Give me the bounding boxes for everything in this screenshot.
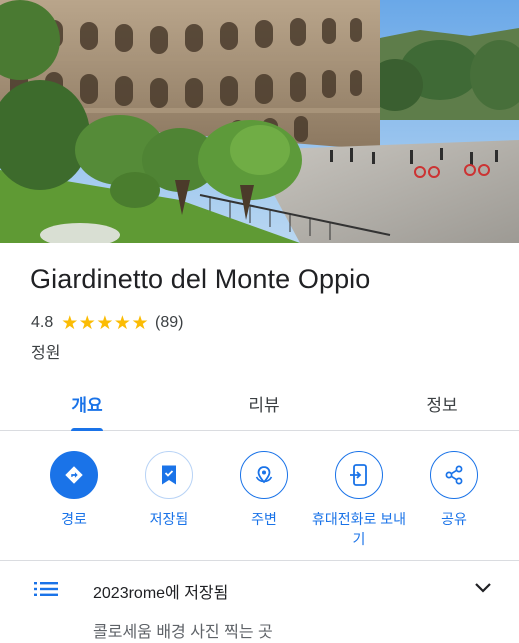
bookmark-icon <box>145 451 193 499</box>
rating-value: 4.8 <box>31 314 54 331</box>
share-icon <box>430 451 478 499</box>
tab-bar: 개요 리뷰 정보 <box>0 375 519 431</box>
star-icon: ★ <box>61 312 79 334</box>
saved-note: 콜로세움 배경 사진 찍는 곳 <box>93 624 273 641</box>
chevron-down-icon[interactable] <box>474 581 492 595</box>
place-title: Giardinetto del Monte Oppio <box>30 264 371 294</box>
saved-label: 저장됨 <box>149 511 189 527</box>
star-icon: ★ <box>131 312 149 334</box>
tab-reviews[interactable]: 리뷰 <box>214 375 314 431</box>
directions-label: 경로 <box>61 511 87 527</box>
saved-list-row[interactable]: 2023rome에 저장됨 <box>0 562 519 614</box>
nearby-icon <box>240 451 288 499</box>
star-icon: ★ <box>113 312 131 334</box>
send-to-phone-icon <box>335 451 383 499</box>
list-icon <box>34 582 58 596</box>
send-to-phone-button[interactable]: 휴대전화로 보내기 <box>311 451 407 549</box>
nearby-label: 주변 <box>251 511 277 527</box>
send-to-phone-label: 휴대전화로 보내기 <box>311 511 407 547</box>
action-bar: 경로 저장됨 주변 휴대전화로 보내기 공유 <box>0 431 519 561</box>
place-photo[interactable] <box>0 0 519 243</box>
directions-button[interactable]: 경로 <box>26 451 122 529</box>
share-button[interactable]: 공유 <box>406 451 502 529</box>
tab-about[interactable]: 정보 <box>392 375 492 431</box>
place-category[interactable]: 정원 <box>31 339 60 363</box>
saved-button[interactable]: 저장됨 <box>121 451 217 529</box>
star-icon: ★ <box>96 312 114 334</box>
star-rating: ★ ★ ★ ★ ★ <box>61 314 149 333</box>
rating-row[interactable]: 4.8 ★ ★ ★ ★ ★ (89) <box>31 312 183 334</box>
tab-overview[interactable]: 개요 <box>37 375 137 431</box>
star-icon: ★ <box>78 312 96 334</box>
review-count[interactable]: (89) <box>155 314 183 332</box>
nearby-button[interactable]: 주변 <box>216 451 312 529</box>
share-label: 공유 <box>441 511 467 527</box>
directions-icon <box>50 451 98 499</box>
saved-list-title: 2023rome에 저장됨 <box>93 585 229 602</box>
